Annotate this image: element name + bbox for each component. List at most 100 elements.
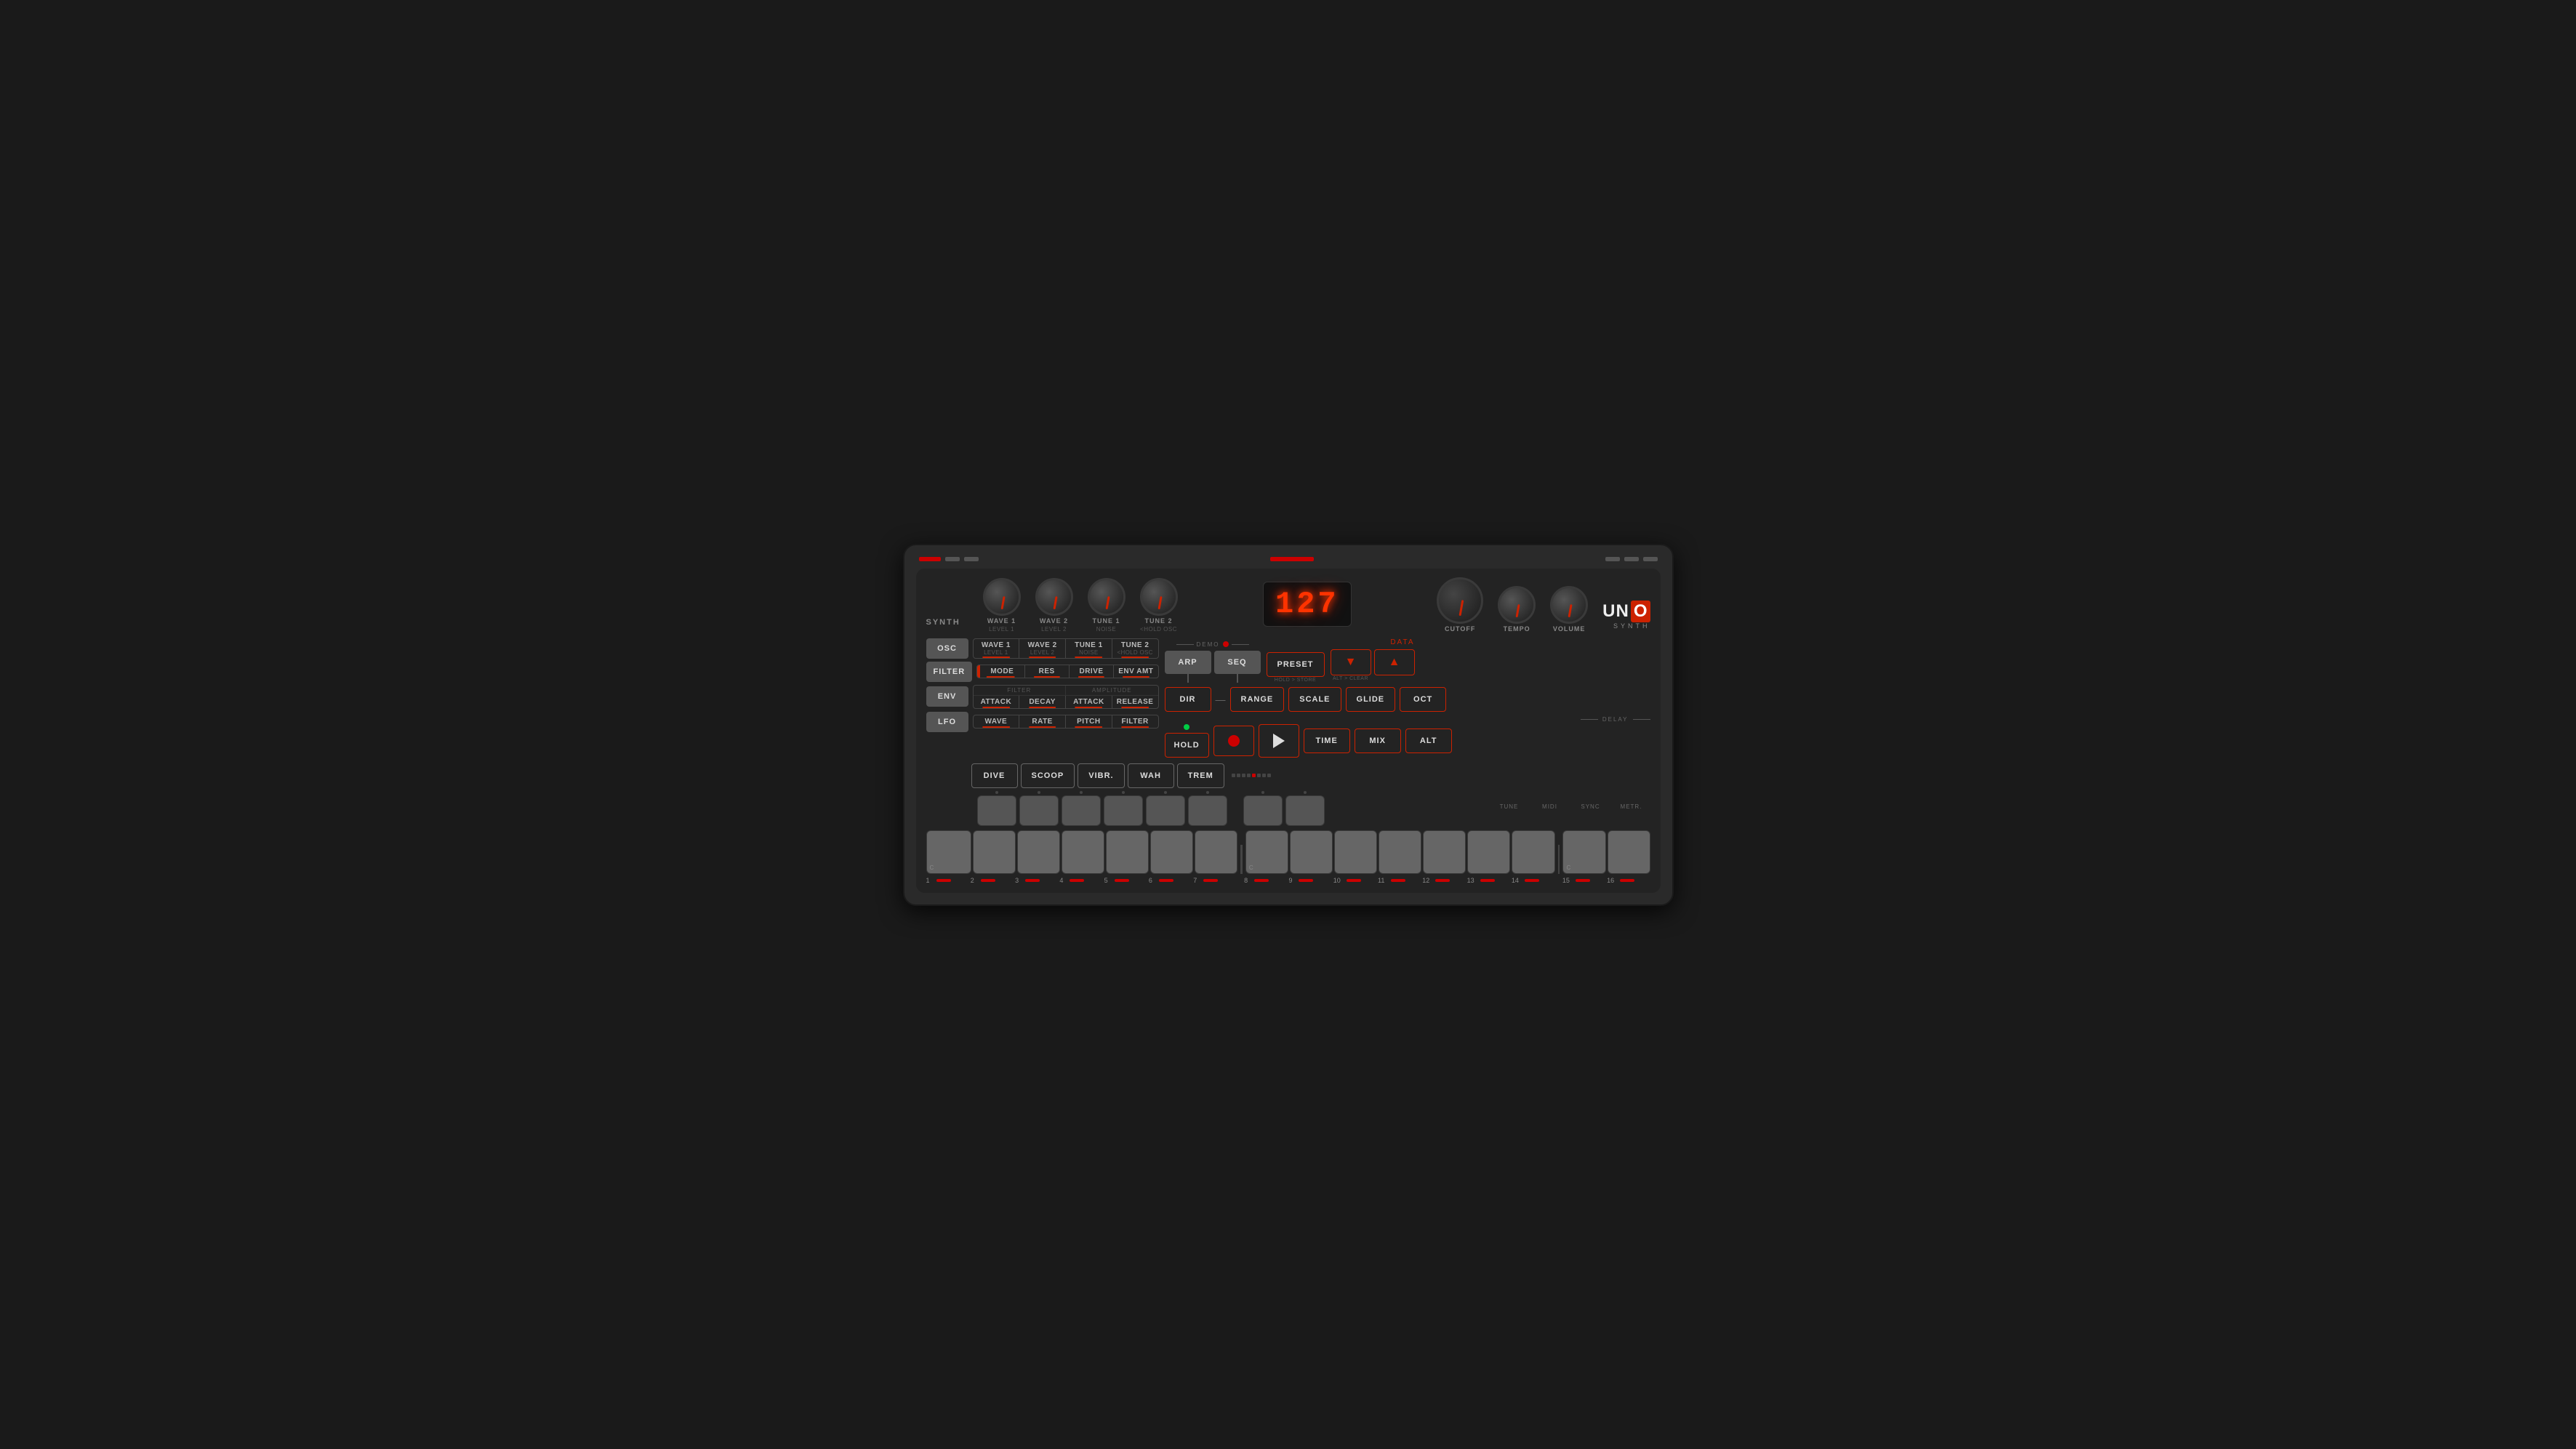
main-row: OSC WAVE 1 LEVEL 1 WAVE 2 LEVEL 2 TUNE 1 — [926, 638, 1650, 758]
glide-button[interactable]: GLIDE — [1346, 687, 1396, 712]
key-pad-16[interactable] — [1608, 830, 1650, 874]
lfo-button[interactable]: LFO — [926, 712, 968, 732]
play-button[interactable] — [1259, 724, 1299, 758]
small-pad-5[interactable] — [1146, 795, 1185, 826]
lfo-filter-param: FILTER — [1112, 715, 1158, 728]
lfo-params: WAVE RATE PITCH FILTER — [973, 715, 1159, 728]
small-pad-col-2 — [1019, 791, 1059, 826]
lfo-rate-param: RATE — [1019, 715, 1066, 728]
small-pad-2[interactable] — [1019, 795, 1059, 826]
small-pad-4[interactable] — [1104, 795, 1143, 826]
key-pad-13[interactable] — [1467, 830, 1510, 874]
alt-clear-label: ALT > CLEAR — [1333, 676, 1368, 681]
small-pad-7[interactable] — [1243, 795, 1283, 826]
top-right-gray2 — [1624, 557, 1639, 561]
amplitude-section-label: AMPLITUDE — [1065, 686, 1158, 695]
cutoff-label: CUTOFF — [1445, 625, 1475, 633]
amp-release-label: RELEASE — [1117, 698, 1154, 706]
key-pad-8[interactable]: C — [1245, 830, 1288, 874]
top-right — [1605, 557, 1658, 561]
scale-button[interactable]: SCALE — [1288, 687, 1341, 712]
preset-button[interactable]: PRESET — [1267, 652, 1325, 677]
range-button[interactable]: RANGE — [1230, 687, 1285, 712]
alt-button[interactable]: ALT — [1405, 728, 1452, 753]
cutoff-knob[interactable] — [1437, 577, 1483, 624]
tune1-knob[interactable] — [1088, 578, 1126, 616]
drive-param: DRIVE — [1070, 665, 1114, 678]
key-num-1: 1 — [926, 877, 969, 884]
small-pad-8[interactable] — [1285, 795, 1325, 826]
key-num-label-12: 12 — [1422, 877, 1434, 884]
key-num-9: 9 — [1288, 877, 1331, 884]
tune2-label: TUNE 2 — [1144, 617, 1172, 625]
oct-button[interactable]: OCT — [1400, 687, 1446, 712]
display-block: 127 — [1263, 582, 1352, 627]
logo-o: O — [1631, 601, 1650, 622]
data-up-button[interactable]: ▲ — [1374, 649, 1415, 675]
seq-button[interactable]: SEQ — [1214, 651, 1261, 674]
small-pad-6[interactable] — [1188, 795, 1227, 826]
dive-button[interactable]: DIVE — [971, 763, 1018, 788]
wave2-knob[interactable] — [1035, 578, 1073, 616]
key-num-10: 10 — [1333, 877, 1376, 884]
trem-button[interactable]: TREM — [1177, 763, 1224, 788]
key-pad-11[interactable] — [1379, 830, 1421, 874]
filter-decay-label: DECAY — [1029, 698, 1056, 706]
key-pad-6[interactable] — [1150, 830, 1193, 874]
display-value: 127 — [1275, 587, 1339, 622]
tempo-knob-group: TEMPO — [1492, 586, 1541, 633]
midi-label: MIDI — [1531, 803, 1569, 810]
key-1[interactable]: C — [926, 830, 971, 874]
wah-button[interactable]: WAH — [1128, 763, 1174, 788]
key-pad-3[interactable] — [1017, 830, 1060, 874]
hold-button[interactable]: HOLD — [1165, 733, 1209, 758]
key-pad-15[interactable]: C — [1562, 830, 1605, 874]
record-dot-icon — [1228, 735, 1240, 747]
dir-button[interactable]: DIR — [1165, 687, 1211, 712]
key-note-1: C — [930, 864, 934, 871]
cutoff-knob-group: CUTOFF — [1431, 577, 1489, 633]
small-pad-ind-1 — [995, 791, 998, 794]
preset-group: PRESET HOLD > STORE — [1267, 652, 1325, 683]
tune2-knob[interactable] — [1140, 578, 1178, 616]
filter-button[interactable]: FILTER — [926, 662, 973, 682]
arp-button[interactable]: ARP — [1165, 651, 1211, 674]
key-pad-12[interactable] — [1423, 830, 1466, 874]
mod-ind-active — [1252, 774, 1256, 777]
key-pad-7[interactable] — [1195, 830, 1237, 874]
tempo-knob[interactable] — [1498, 586, 1536, 624]
volume-knob[interactable] — [1550, 586, 1588, 624]
key-pad-9[interactable] — [1290, 830, 1333, 874]
key-pad-5[interactable] — [1106, 830, 1149, 874]
data-down-button[interactable]: ▼ — [1331, 649, 1371, 675]
small-pad-3[interactable] — [1062, 795, 1101, 826]
left-panel: OSC WAVE 1 LEVEL 1 WAVE 2 LEVEL 2 TUNE 1 — [926, 638, 1159, 758]
key-pad-14[interactable] — [1512, 830, 1554, 874]
key-pad-2[interactable] — [973, 830, 1016, 874]
record-button[interactable] — [1213, 726, 1254, 756]
envamt-param: ENV AMT — [1114, 665, 1157, 678]
vibr-button[interactable]: VIBR. — [1078, 763, 1124, 788]
wave1-sublabel: LEVEL 1 — [989, 626, 1014, 633]
time-button[interactable]: TIME — [1304, 728, 1350, 753]
osc-button[interactable]: OSC — [926, 638, 968, 659]
scoop-button[interactable]: SCOOP — [1021, 763, 1075, 788]
env-button[interactable]: ENV — [926, 686, 968, 707]
right-panel: DEMO ARP SEQ — [1165, 638, 1650, 758]
key-pad-1[interactable]: C — [926, 830, 971, 874]
wave1-knob[interactable] — [983, 578, 1021, 616]
uno-synth-device: SYNTH WAVE 1 LEVEL 1 WAVE 2 LEVEL 2 TUNE… — [903, 544, 1674, 906]
small-pad-col-8 — [1285, 791, 1325, 826]
lfo-row: LFO WAVE RATE PITCH FILTER — [926, 712, 1159, 732]
top-indicator-gray2 — [964, 557, 979, 561]
mod-indicators — [1232, 774, 1271, 777]
key-pad-10[interactable] — [1334, 830, 1377, 874]
lfo-pitch-label: PITCH — [1077, 718, 1101, 726]
synth-label: SYNTH — [926, 618, 963, 627]
key-num-label-8: 8 — [1244, 877, 1253, 884]
mix-button[interactable]: MIX — [1355, 728, 1401, 753]
key-pad-4[interactable] — [1062, 830, 1104, 874]
small-pad-col-4 — [1104, 791, 1143, 826]
dir-dash: — — [1216, 694, 1226, 705]
small-pad-1[interactable] — [977, 795, 1016, 826]
